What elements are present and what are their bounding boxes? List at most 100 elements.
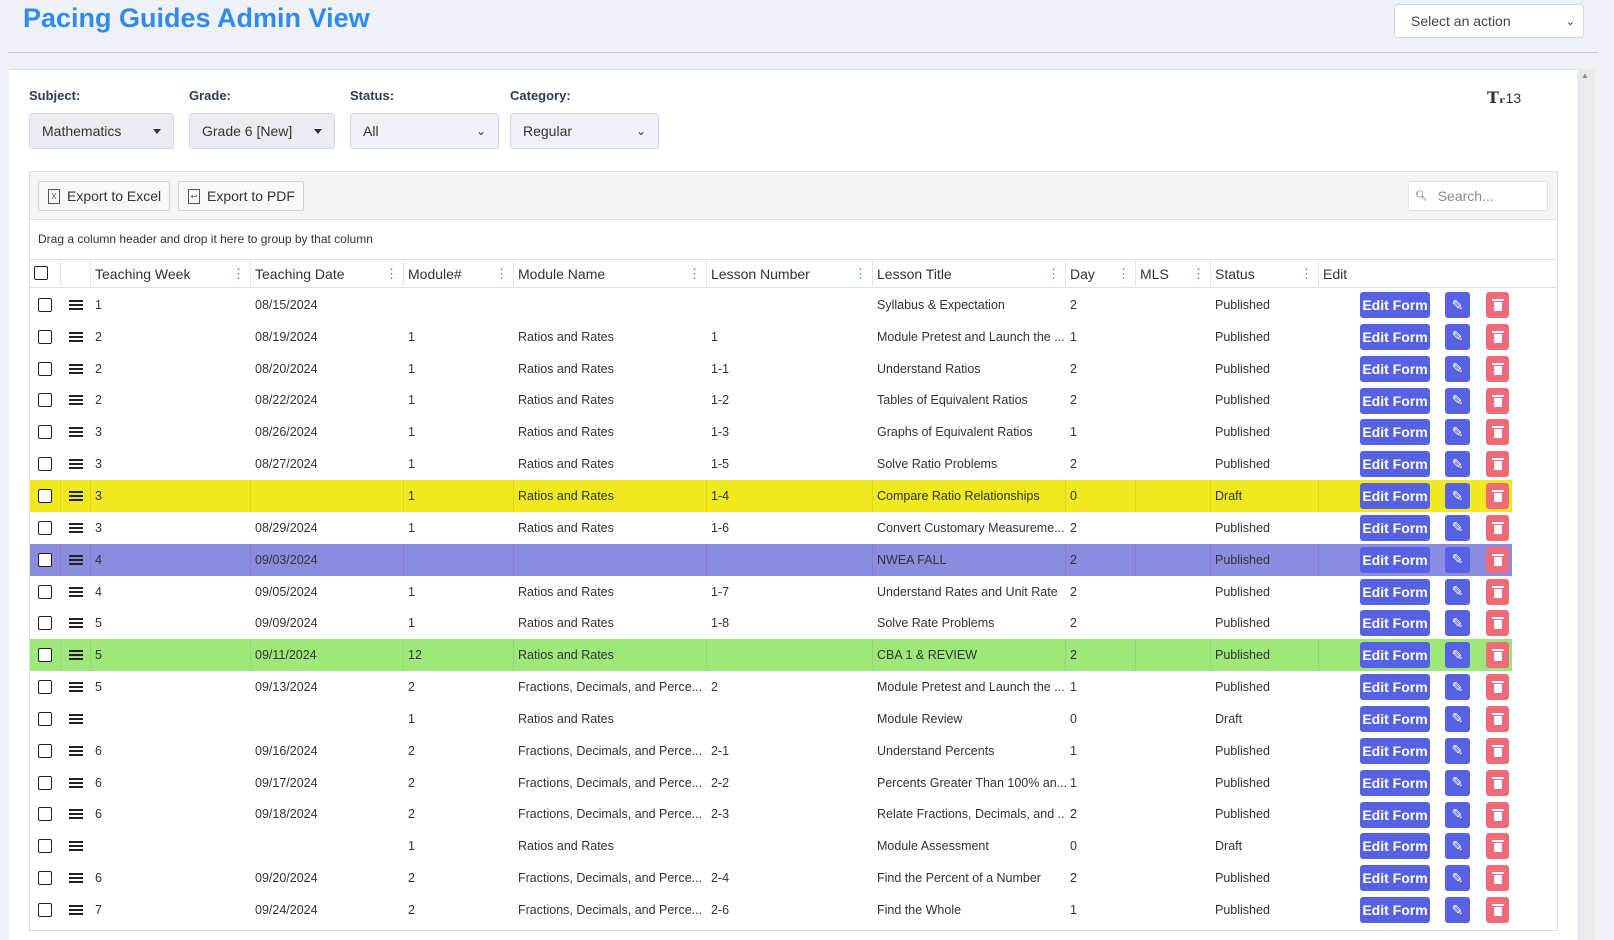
delete-row-button[interactable] bbox=[1486, 355, 1509, 382]
delete-row-button[interactable] bbox=[1486, 610, 1509, 637]
column-menu-icon[interactable]: ⋮ bbox=[495, 260, 508, 288]
category-select[interactable]: Regular ⌄ bbox=[510, 113, 659, 149]
row-checkbox[interactable] bbox=[38, 616, 52, 631]
edit-form-button[interactable]: Edit Form bbox=[1360, 833, 1430, 860]
grade-dropdown[interactable]: Grade 6 [New] bbox=[189, 113, 335, 149]
table-row[interactable]: 4 09/05/2024 1 Ratios and Rates 1-7 Understan… bbox=[30, 576, 1557, 608]
edit-form-button[interactable]: Edit Form bbox=[1360, 610, 1430, 637]
drag-handle-icon[interactable] bbox=[69, 554, 83, 565]
export-pdf-button[interactable]: ↩ Export to PDF bbox=[178, 181, 304, 211]
drag-handle-icon[interactable] bbox=[69, 873, 83, 884]
table-row[interactable]: 7 09/24/2024 2 Fractions, Decimals, and Per… bbox=[30, 894, 1557, 926]
edit-row-button[interactable]: ✎ bbox=[1445, 705, 1470, 732]
row-checkbox[interactable] bbox=[38, 902, 52, 917]
edit-row-button[interactable]: ✎ bbox=[1445, 865, 1470, 892]
select-all-checkbox[interactable] bbox=[34, 266, 48, 280]
row-checkbox[interactable] bbox=[38, 552, 52, 567]
row-checkbox[interactable] bbox=[38, 297, 52, 312]
col-teaching-week[interactable]: Teaching Week ⋮ bbox=[91, 260, 251, 288]
drag-handle-icon[interactable] bbox=[69, 395, 83, 406]
table-row[interactable]: 2 08/22/2024 1 Ratios and Rates 1-2 Tables of… bbox=[30, 385, 1557, 417]
edit-row-button[interactable]: ✎ bbox=[1445, 737, 1470, 764]
drag-handle-icon[interactable] bbox=[69, 777, 83, 788]
edit-row-button[interactable]: ✎ bbox=[1445, 769, 1470, 796]
edit-row-button[interactable]: ✎ bbox=[1445, 546, 1470, 573]
column-menu-icon[interactable]: ⋮ bbox=[232, 260, 245, 288]
row-checkbox[interactable] bbox=[38, 488, 52, 503]
scroll-up-icon[interactable]: ▲ bbox=[1581, 71, 1589, 80]
edit-row-button[interactable]: ✎ bbox=[1445, 610, 1470, 637]
table-row[interactable]: 6 09/18/2024 2 Fractions, Decimals, and Per… bbox=[30, 799, 1557, 831]
table-row[interactable]: 3 08/26/2024 1 Ratios and Rates 1-3 Graphs of… bbox=[30, 416, 1557, 448]
row-checkbox[interactable] bbox=[38, 584, 52, 599]
col-day[interactable]: Day ⋮ bbox=[1066, 260, 1136, 288]
edit-row-button[interactable]: ✎ bbox=[1445, 355, 1470, 382]
col-lesson-title[interactable]: Lesson Title ⋮ bbox=[873, 260, 1066, 288]
column-menu-icon[interactable]: ⋮ bbox=[1192, 260, 1205, 288]
delete-row-button[interactable] bbox=[1486, 642, 1509, 669]
column-menu-icon[interactable]: ⋮ bbox=[1047, 260, 1060, 288]
delete-row-button[interactable] bbox=[1486, 387, 1509, 414]
table-row[interactable]: 6 09/16/2024 2 Fractions, Decimals, and Per… bbox=[30, 735, 1557, 767]
edit-form-button[interactable]: Edit Form bbox=[1360, 387, 1430, 414]
table-row[interactable]: 2 08/19/2024 1 Ratios and Rates 1 Module Pret… bbox=[30, 321, 1557, 353]
table-row[interactable]: 3 08/29/2024 1 Ratios and Rates 1-6 Convert C… bbox=[30, 512, 1557, 544]
row-checkbox[interactable] bbox=[38, 393, 52, 408]
table-row[interactable]: 2 08/20/2024 1 Ratios and Rates 1-1 Understan… bbox=[30, 353, 1557, 385]
delete-row-button[interactable] bbox=[1486, 514, 1509, 541]
column-menu-icon[interactable]: ⋮ bbox=[854, 260, 867, 288]
delete-row-button[interactable] bbox=[1486, 674, 1509, 701]
row-checkbox[interactable] bbox=[38, 839, 52, 854]
edit-row-button[interactable]: ✎ bbox=[1445, 419, 1470, 446]
col-module-name[interactable]: Module Name ⋮ bbox=[514, 260, 707, 288]
delete-row-button[interactable] bbox=[1486, 292, 1509, 318]
row-checkbox[interactable] bbox=[38, 743, 52, 758]
column-menu-icon[interactable]: ⋮ bbox=[1300, 260, 1313, 288]
drag-handle-icon[interactable] bbox=[69, 650, 83, 661]
row-checkbox[interactable] bbox=[38, 648, 52, 663]
delete-row-button[interactable] bbox=[1486, 419, 1509, 446]
delete-row-button[interactable] bbox=[1486, 578, 1509, 605]
edit-row-button[interactable]: ✎ bbox=[1445, 483, 1470, 510]
edit-row-button[interactable]: ✎ bbox=[1445, 387, 1470, 414]
drag-handle-icon[interactable] bbox=[69, 459, 83, 470]
action-select[interactable]: Select an action ⌄ bbox=[1394, 4, 1584, 38]
page-scrollbar[interactable]: ▲ bbox=[1577, 69, 1595, 940]
search-input[interactable]: 🔍︎ Search... bbox=[1408, 181, 1548, 211]
col-lesson-number[interactable]: Lesson Number ⋮ bbox=[707, 260, 873, 288]
edit-row-button[interactable]: ✎ bbox=[1445, 833, 1470, 860]
table-row[interactable]: 5 09/13/2024 2 Fractions, Decimals, and Per… bbox=[30, 671, 1557, 703]
column-menu-icon[interactable]: ⋮ bbox=[385, 260, 398, 288]
drag-handle-icon[interactable] bbox=[69, 586, 83, 597]
table-row[interactable]: 3 08/27/2024 1 Ratios and Rates 1-5 Solve Rat… bbox=[30, 448, 1557, 480]
edit-form-button[interactable]: Edit Form bbox=[1360, 801, 1430, 828]
edit-row-button[interactable]: ✎ bbox=[1445, 578, 1470, 605]
edit-row-button[interactable]: ✎ bbox=[1445, 323, 1470, 350]
row-checkbox[interactable] bbox=[38, 520, 52, 535]
delete-row-button[interactable] bbox=[1486, 769, 1509, 796]
edit-form-button[interactable]: Edit Form bbox=[1360, 514, 1430, 541]
drag-handle-icon[interactable] bbox=[69, 331, 83, 342]
edit-row-button[interactable]: ✎ bbox=[1445, 292, 1470, 318]
edit-form-button[interactable]: Edit Form bbox=[1360, 451, 1430, 478]
row-checkbox[interactable] bbox=[38, 361, 52, 376]
delete-row-button[interactable] bbox=[1486, 833, 1509, 860]
edit-row-button[interactable]: ✎ bbox=[1445, 642, 1470, 669]
delete-row-button[interactable] bbox=[1486, 323, 1509, 350]
edit-form-button[interactable]: Edit Form bbox=[1360, 323, 1430, 350]
drag-handle-icon[interactable] bbox=[69, 299, 83, 310]
drag-handle-icon[interactable] bbox=[69, 904, 83, 915]
row-checkbox[interactable] bbox=[38, 807, 52, 822]
col-teaching-date[interactable]: Teaching Date ⋮ bbox=[251, 260, 404, 288]
drag-handle-icon[interactable] bbox=[69, 682, 83, 693]
drag-handle-icon[interactable] bbox=[69, 713, 83, 724]
edit-form-button[interactable]: Edit Form bbox=[1360, 705, 1430, 732]
delete-row-button[interactable] bbox=[1486, 865, 1509, 892]
drag-handle-icon[interactable] bbox=[69, 809, 83, 820]
edit-form-button[interactable]: Edit Form bbox=[1360, 578, 1430, 605]
edit-form-button[interactable]: Edit Form bbox=[1360, 642, 1430, 669]
edit-form-button[interactable]: Edit Form bbox=[1360, 292, 1430, 318]
delete-row-button[interactable] bbox=[1486, 737, 1509, 764]
delete-row-button[interactable] bbox=[1486, 801, 1509, 828]
drag-handle-icon[interactable] bbox=[69, 427, 83, 438]
